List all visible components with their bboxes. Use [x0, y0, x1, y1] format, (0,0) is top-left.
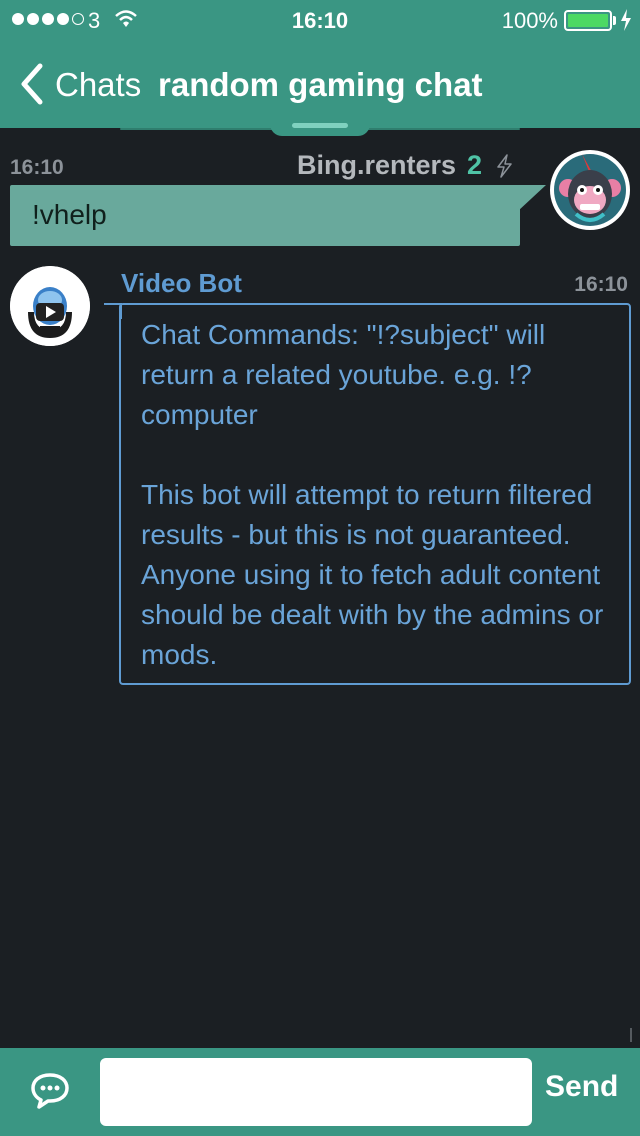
message-sender[interactable]: Bing.renters [297, 150, 456, 181]
chat-title[interactable]: random gaming chat [158, 66, 483, 104]
scroll-indicator[interactable] [630, 1028, 632, 1042]
pull-handle[interactable] [292, 123, 348, 128]
video-bot-avatar[interactable] [10, 266, 90, 346]
monkey-avatar-image [554, 154, 626, 226]
message-paragraph: Chat Commands: "!?subject" will return a… [141, 319, 546, 430]
message-paragraph: This bot will attempt to return filtered… [141, 479, 604, 670]
battery-cap [613, 16, 616, 25]
lightning-bolt-icon [497, 154, 512, 178]
bot-sender-name[interactable]: Video Bot [121, 268, 242, 299]
sender-badge-count: 2 [467, 150, 483, 180]
charging-icon [621, 9, 631, 31]
monkey-avatar[interactable] [550, 150, 630, 230]
chat-bubble-icon[interactable] [30, 1072, 70, 1110]
status-bar: 3 16:10 100% [0, 0, 640, 40]
send-button[interactable]: Send [545, 1070, 618, 1104]
incoming-message-bubble[interactable]: Chat Commands: "!?subject" will return a… [119, 303, 631, 685]
composer-bar: Send [0, 1048, 640, 1136]
message-input[interactable] [100, 1058, 532, 1126]
message-timestamp: 16:10 [574, 273, 628, 296]
back-button[interactable]: Chats [55, 66, 141, 104]
battery-icon [564, 10, 612, 31]
bubble-tail [518, 185, 546, 211]
back-chevron-icon[interactable] [16, 62, 48, 106]
message-text: !vhelp [32, 199, 107, 230]
outgoing-message-bubble[interactable]: !vhelp [10, 185, 520, 246]
message-timestamp: 16:10 [10, 156, 64, 179]
battery-percent: 100% [501, 8, 558, 33]
app-header: 3 16:10 100% Chats random gaming chat [0, 0, 640, 128]
pull-down-tab[interactable] [270, 118, 370, 136]
video-bot-avatar-image [10, 266, 90, 346]
nav-bar: Chats random gaming chat [0, 56, 640, 116]
